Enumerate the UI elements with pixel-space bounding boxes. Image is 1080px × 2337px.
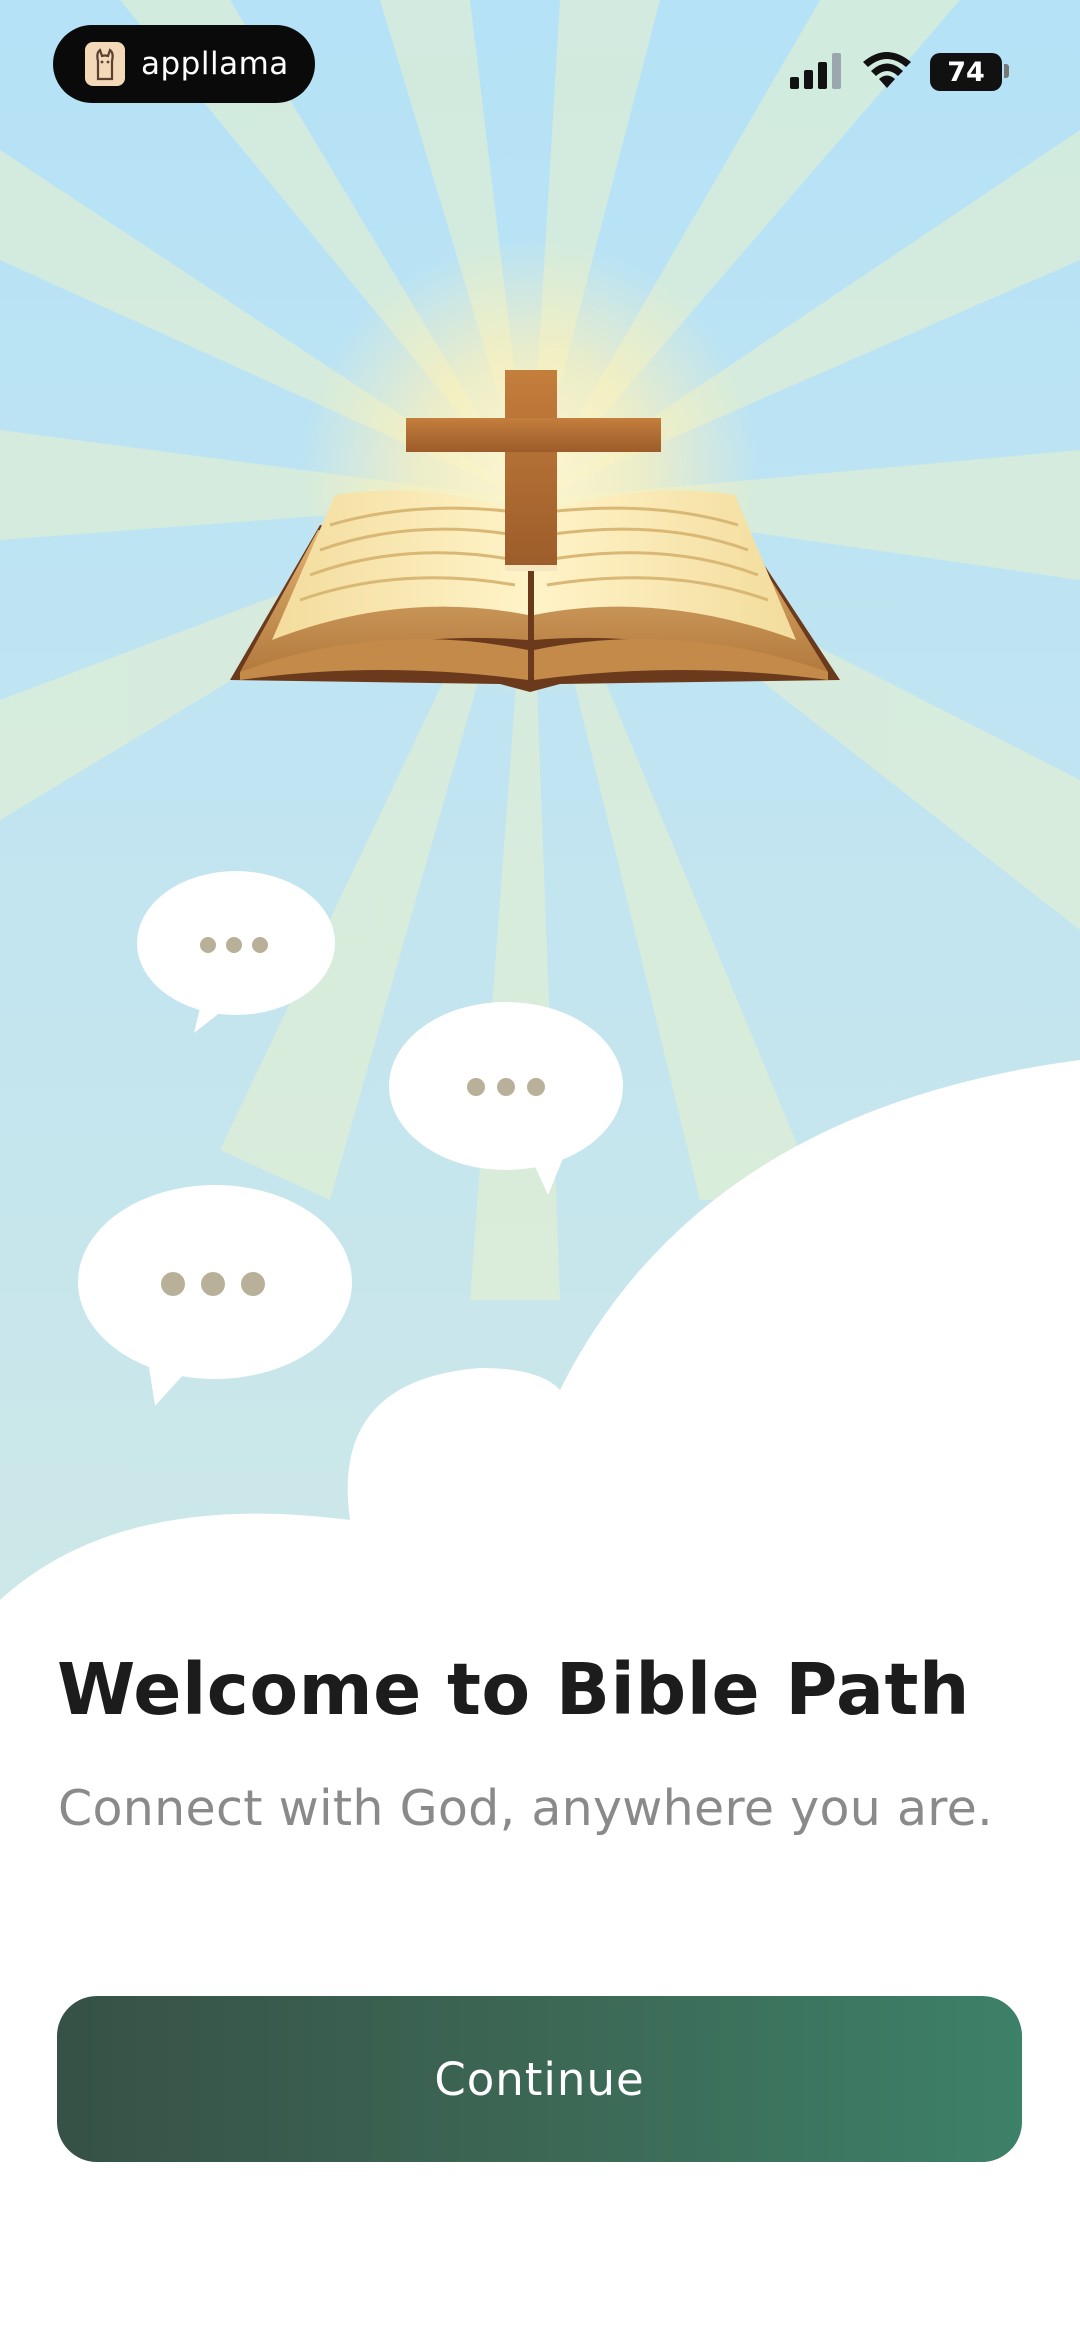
bible-cross-illustration <box>0 370 1080 1700</box>
page-subtitle: Connect with God, anywhere you are. <box>58 1780 993 1837</box>
continue-button[interactable]: Continue <box>57 1996 1022 2162</box>
page-title: Welcome to Bible Path <box>57 1648 970 1731</box>
speech-bubble-ellipsis-icon <box>78 1185 352 1406</box>
speech-bubble-ellipsis-icon <box>389 1002 623 1195</box>
speech-bubble-ellipsis-icon <box>137 871 335 1033</box>
